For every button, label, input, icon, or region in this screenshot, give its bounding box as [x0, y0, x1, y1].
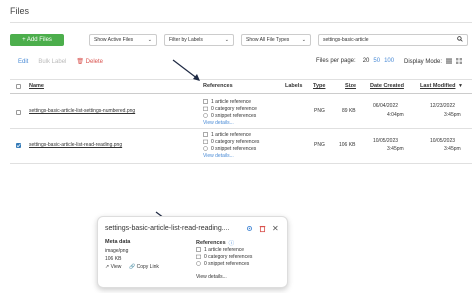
trash-icon[interactable]: [259, 225, 266, 234]
mime-type: image/png: [105, 248, 129, 254]
view-label: View: [110, 264, 122, 270]
link-icon: 🔗: [129, 264, 136, 270]
copy-link-button[interactable]: 🔗 Copy Link: [129, 264, 159, 270]
settings-icon[interactable]: [246, 225, 253, 234]
ref-text: 0 snippet references: [204, 260, 250, 267]
external-link-icon: ↗: [105, 264, 110, 270]
view-details-link[interactable]: View details...: [196, 274, 227, 280]
article-ref: 1 article reference: [196, 246, 252, 253]
popup-title: settings-basic-article-list-read-reading…: [105, 225, 230, 232]
view-link[interactable]: ↗ View: [105, 264, 121, 270]
meta-data-heading: Meta data: [105, 239, 131, 245]
folder-icon: [196, 254, 201, 259]
close-icon[interactable]: ✕: [272, 224, 279, 233]
copy-link-label: Copy Link: [136, 264, 159, 270]
popup-references-list: 1 article reference 0 category reference…: [196, 246, 252, 267]
file-size: 106 KB: [105, 256, 122, 262]
ref-text: 1 article reference: [204, 246, 245, 253]
snippet-icon: [196, 261, 201, 266]
ref-text: 0 category references: [204, 253, 253, 260]
file-details-popup: settings-basic-article-list-read-reading…: [97, 216, 288, 288]
document-icon: [196, 247, 201, 252]
category-ref: 0 category references: [196, 253, 252, 260]
snippet-ref: 0 snippet references: [196, 260, 252, 267]
